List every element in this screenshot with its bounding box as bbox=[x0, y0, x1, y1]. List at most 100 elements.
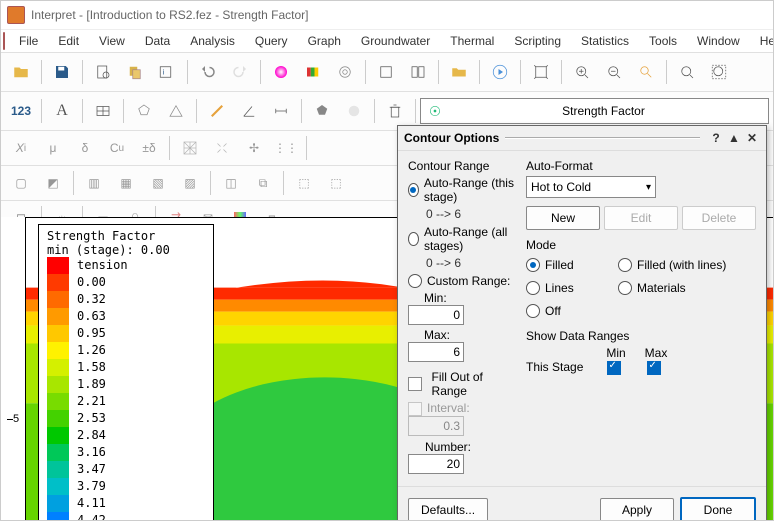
tb4-8-icon[interactable]: ⧉ bbox=[248, 168, 278, 198]
print-preview-icon[interactable] bbox=[88, 57, 118, 87]
autoformat-label: Auto-Format bbox=[526, 159, 756, 173]
triangle-icon[interactable] bbox=[161, 96, 191, 126]
dots-icon[interactable]: ⋮⋮ bbox=[271, 133, 301, 163]
font-icon[interactable]: A bbox=[47, 96, 77, 126]
check-max[interactable] bbox=[647, 361, 661, 375]
window-single-icon[interactable] bbox=[371, 57, 401, 87]
tb4-1-icon[interactable]: ▢ bbox=[6, 168, 36, 198]
new-button[interactable]: New bbox=[526, 206, 600, 230]
undo-icon[interactable] bbox=[193, 57, 223, 87]
tb4-4-icon[interactable]: ▦ bbox=[111, 168, 141, 198]
arrows-icon[interactable] bbox=[207, 133, 237, 163]
menu-window[interactable]: Window bbox=[687, 32, 750, 50]
zoom-select-icon[interactable] bbox=[631, 57, 661, 87]
menu-file[interactable]: File bbox=[9, 32, 48, 50]
save-icon[interactable] bbox=[47, 57, 77, 87]
cross-arrows-icon[interactable]: ✢ bbox=[239, 133, 269, 163]
cu-icon[interactable]: Cu bbox=[102, 133, 132, 163]
mu-icon[interactable]: μ bbox=[38, 133, 68, 163]
legend-labels: tension 0.000.320.630.951.261.581.892.21… bbox=[77, 257, 128, 521]
tb4-3-icon[interactable]: ▥ bbox=[79, 168, 109, 198]
done-button[interactable]: Done bbox=[680, 497, 756, 521]
digits-icon[interactable]: 123 bbox=[6, 96, 36, 126]
pentagon-fill-icon[interactable] bbox=[307, 96, 337, 126]
delta-icon[interactable]: δ bbox=[70, 133, 100, 163]
redo-icon[interactable] bbox=[225, 57, 255, 87]
autoformat-dropdown[interactable]: Hot to Cold▾ bbox=[526, 176, 656, 198]
zoom-all-icon[interactable] bbox=[704, 57, 734, 87]
radio-auto-all[interactable]: Auto-Range (all stages) bbox=[408, 225, 518, 253]
number-input[interactable] bbox=[408, 454, 464, 474]
defaults-button[interactable]: Defaults... bbox=[408, 498, 488, 521]
ranges-min-header: Min bbox=[596, 346, 636, 360]
grid-icon[interactable] bbox=[88, 96, 118, 126]
radio-materials[interactable]: Materials bbox=[618, 281, 756, 295]
menu-edit[interactable]: Edit bbox=[48, 32, 89, 50]
field-selector[interactable]: Strength Factor bbox=[420, 98, 769, 124]
menu-scripting[interactable]: Scripting bbox=[504, 32, 571, 50]
menu-help[interactable]: Help bbox=[750, 32, 774, 50]
radio-filled[interactable]: Filled bbox=[526, 258, 618, 272]
palette-icon[interactable] bbox=[298, 57, 328, 87]
plusminus-icon[interactable]: ±δ bbox=[134, 133, 164, 163]
copy-icon[interactable] bbox=[120, 57, 150, 87]
help-icon[interactable]: ? bbox=[708, 131, 724, 145]
legend-value: 1.89 bbox=[77, 376, 128, 393]
tb4-5-icon[interactable]: ▧ bbox=[143, 168, 173, 198]
zoom-out-icon[interactable] bbox=[599, 57, 629, 87]
legend-title: Strength Factor bbox=[47, 229, 205, 243]
radio-filled-lines[interactable]: Filled (with lines) bbox=[618, 258, 756, 272]
menu-analysis[interactable]: Analysis bbox=[180, 32, 245, 50]
tb4-6-icon[interactable]: ▨ bbox=[175, 168, 205, 198]
tb4-2-icon[interactable]: ◩ bbox=[38, 168, 68, 198]
zoom-in-icon[interactable] bbox=[567, 57, 597, 87]
close-icon[interactable]: ✕ bbox=[744, 131, 760, 145]
toolbar-main: i bbox=[1, 53, 773, 92]
apply-button[interactable]: Apply bbox=[600, 498, 674, 521]
angle-icon[interactable] bbox=[234, 96, 264, 126]
max-input[interactable] bbox=[408, 342, 464, 362]
collapse-icon[interactable]: ▲ bbox=[726, 131, 742, 145]
radio-auto-this[interactable]: Auto-Range (this stage) bbox=[408, 176, 518, 204]
radio-lines[interactable]: Lines bbox=[526, 281, 618, 295]
menu-graph[interactable]: Graph bbox=[298, 32, 351, 50]
window-split-icon[interactable] bbox=[403, 57, 433, 87]
svg-text:i: i bbox=[163, 67, 165, 76]
play-icon[interactable] bbox=[485, 57, 515, 87]
menu-groundwater[interactable]: Groundwater bbox=[351, 32, 440, 50]
menu-view[interactable]: View bbox=[89, 32, 135, 50]
app-menu-icon[interactable] bbox=[3, 32, 5, 50]
min-input[interactable] bbox=[408, 305, 464, 325]
radio-custom[interactable]: Custom Range: bbox=[408, 274, 518, 288]
zoom-window-icon[interactable] bbox=[672, 57, 702, 87]
folder-nav-icon[interactable] bbox=[444, 57, 474, 87]
tb4-7-icon[interactable]: ◫ bbox=[216, 168, 246, 198]
delete-icon[interactable] bbox=[380, 96, 410, 126]
measure-icon[interactable] bbox=[202, 96, 232, 126]
open-icon[interactable] bbox=[6, 57, 36, 87]
menu-tools[interactable]: Tools bbox=[639, 32, 687, 50]
circle-fill-icon[interactable] bbox=[339, 96, 369, 126]
tb4-10-icon[interactable]: ⬚ bbox=[321, 168, 351, 198]
menu-query[interactable]: Query bbox=[245, 32, 298, 50]
panel-titlebar[interactable]: Contour Options ? ▲ ✕ bbox=[398, 126, 766, 151]
info-icon[interactable]: i bbox=[152, 57, 182, 87]
polygon-icon[interactable] bbox=[129, 96, 159, 126]
menu-statistics[interactable]: Statistics bbox=[571, 32, 639, 50]
app-icon bbox=[7, 6, 25, 24]
check-fillout[interactable]: Fill Out of Range bbox=[408, 370, 518, 398]
x-sub-icon[interactable]: Xi bbox=[6, 133, 36, 163]
menu-thermal[interactable]: Thermal bbox=[440, 32, 504, 50]
radio-off[interactable]: Off bbox=[526, 304, 618, 318]
target-icon[interactable] bbox=[330, 57, 360, 87]
mesh-icon[interactable] bbox=[175, 133, 205, 163]
check-min[interactable] bbox=[607, 361, 621, 375]
dimension-icon[interactable] bbox=[266, 96, 296, 126]
menu-data[interactable]: Data bbox=[135, 32, 180, 50]
color-wheel-icon[interactable] bbox=[266, 57, 296, 87]
legend-swatch bbox=[47, 325, 69, 342]
zoom-extents-icon[interactable] bbox=[526, 57, 556, 87]
legend-value: 1.26 bbox=[77, 342, 128, 359]
legend-swatch bbox=[47, 461, 69, 478]
tb4-9-icon[interactable]: ⬚ bbox=[289, 168, 319, 198]
